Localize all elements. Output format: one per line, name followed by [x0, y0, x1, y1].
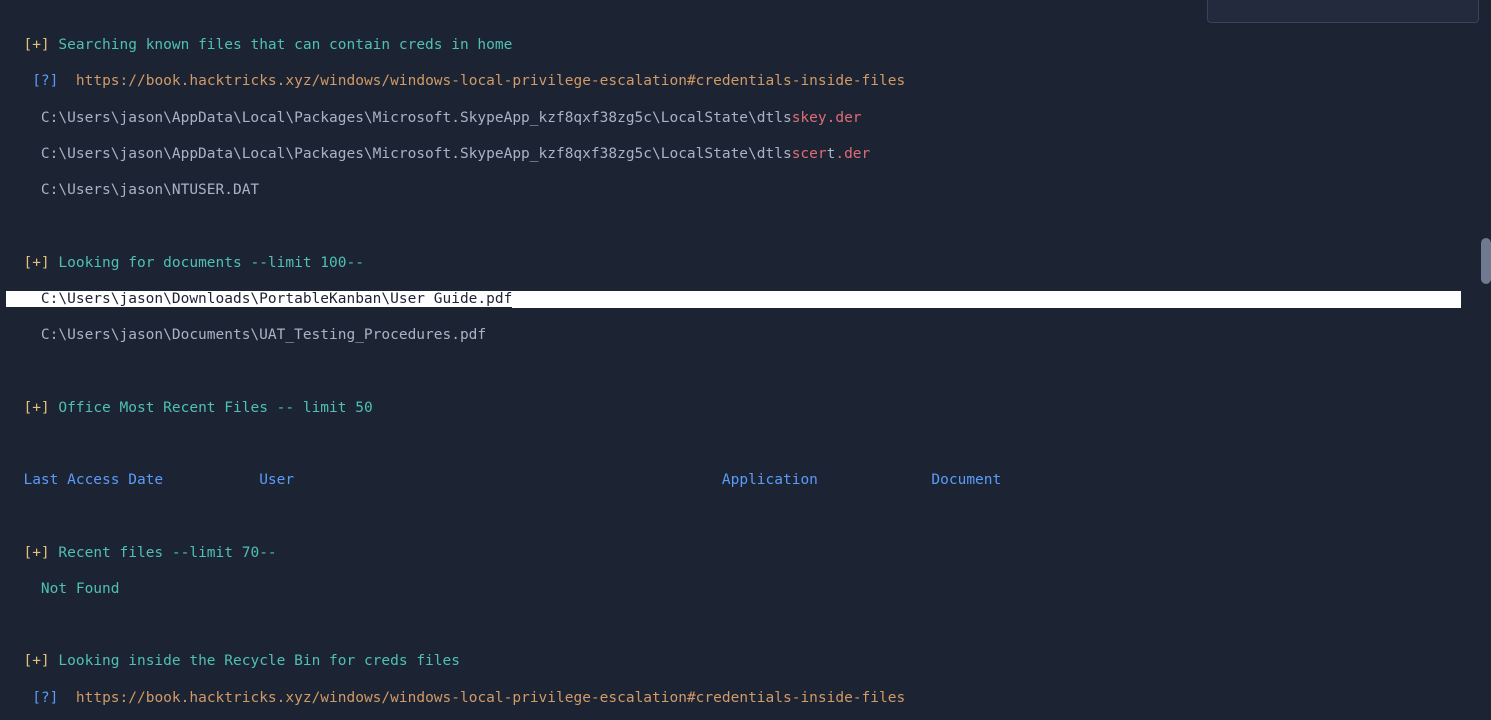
blank-line — [6, 616, 1485, 634]
blank-line — [6, 435, 1485, 453]
selected-document[interactable]: C:\Users\jason\Downloads\PortableKanban\… — [6, 290, 1485, 308]
section-header: [+] Looking inside the Recycle Bin for c… — [6, 652, 1485, 670]
col-last-access: Last Access Date — [23, 472, 163, 488]
section-title: Looking for documents --limit 100-- — [58, 255, 364, 271]
plus-marker: [+] — [23, 400, 49, 416]
file-path: C:\Users\jason\Documents\UAT_Testing_Pro… — [6, 326, 1485, 344]
col-user: User — [259, 472, 294, 488]
blank-line — [6, 507, 1485, 525]
hint-url: https://book.hacktricks.xyz/windows/wind… — [76, 690, 905, 706]
file-path: C:\Users\jason\AppData\Local\Packages\Mi… — [6, 145, 1485, 163]
hint-url: https://book.hacktricks.xyz/windows/wind… — [76, 73, 905, 89]
terminal-output[interactable]: [+] Searching known files that can conta… — [0, 0, 1491, 720]
section-header: [+] Recent files --limit 70-- — [6, 544, 1485, 562]
blank-line — [6, 362, 1485, 380]
section-title: Searching known files that can contain c… — [58, 37, 512, 53]
hint-line: [?] https://book.hacktricks.xyz/windows/… — [6, 72, 1485, 90]
not-found: Not Found — [6, 580, 1485, 598]
section-header: [+] Looking for documents --limit 100-- — [6, 254, 1485, 272]
col-application: Application — [722, 472, 818, 488]
plus-marker: [+] — [23, 255, 49, 271]
inactive-tab-outline[interactable] — [1207, 0, 1479, 23]
plus-marker: [+] — [23, 653, 49, 669]
hint-marker: [?] — [32, 73, 58, 89]
plus-marker: [+] — [23, 545, 49, 561]
scrollbar-thumb[interactable] — [1481, 238, 1491, 284]
file-path: C:\Users\jason\AppData\Local\Packages\Mi… — [6, 109, 1485, 127]
blank-line — [6, 217, 1485, 235]
table-header: Last Access Date User Application Docume… — [6, 471, 1485, 489]
section-title: Office Most Recent Files -- limit 50 — [58, 400, 372, 416]
section-header: [+] Searching known files that can conta… — [6, 36, 1485, 54]
hint-marker: [?] — [32, 690, 58, 706]
file-path: C:\Users\jason\NTUSER.DAT — [6, 181, 1485, 199]
section-title: Recent files --limit 70-- — [58, 545, 276, 561]
section-title: Looking inside the Recycle Bin for creds… — [58, 653, 460, 669]
plus-marker: [+] — [23, 37, 49, 53]
section-header: [+] Office Most Recent Files -- limit 50 — [6, 399, 1485, 417]
col-document: Document — [931, 472, 1001, 488]
hint-line: [?] https://book.hacktricks.xyz/windows/… — [6, 689, 1485, 707]
